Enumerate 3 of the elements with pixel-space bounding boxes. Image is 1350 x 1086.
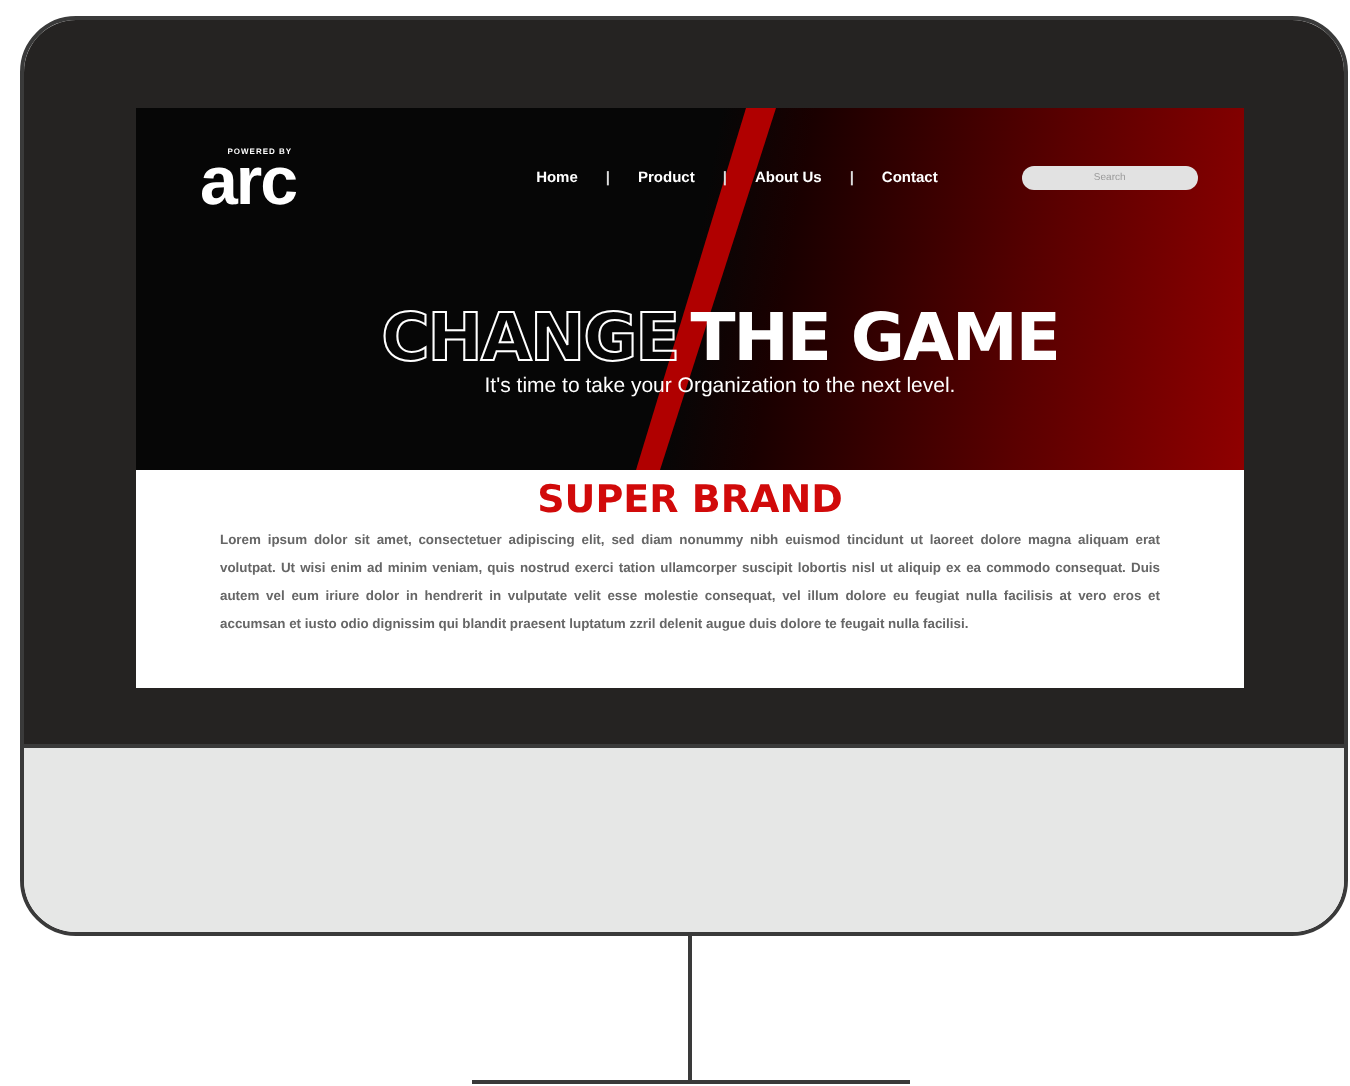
logo[interactable]: arc	[200, 156, 297, 208]
section-title: SUPER BRAND	[537, 482, 843, 520]
headline-outlined: CHANGE	[381, 304, 679, 370]
